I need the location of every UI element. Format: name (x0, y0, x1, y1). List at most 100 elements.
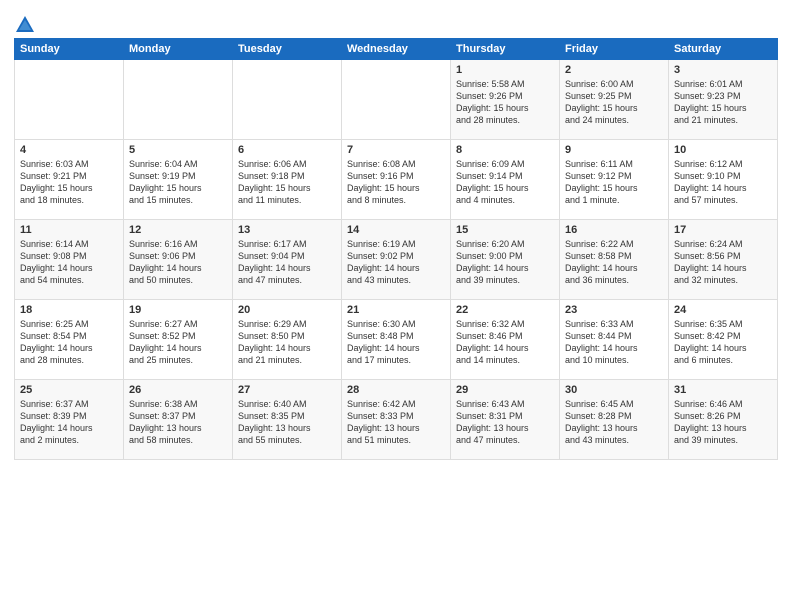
calendar-cell: 11 Sunrise: 6:14 AM Sunset: 9:08 PM Dayli… (15, 220, 124, 300)
cell-content: Sunrise: 6:35 AM Sunset: 8:42 PM Dayligh… (674, 318, 772, 367)
calendar-cell: 22 Sunrise: 6:32 AM Sunset: 8:46 PM Dayli… (451, 300, 560, 380)
day-number: 30 (565, 384, 663, 396)
calendar-cell: 26 Sunrise: 6:38 AM Sunset: 8:37 PM Dayli… (124, 380, 233, 460)
week-row-2: 4 Sunrise: 6:03 AM Sunset: 9:21 PM Daylig… (15, 140, 778, 220)
day-number: 3 (674, 64, 772, 76)
cell-content: Sunrise: 6:17 AM Sunset: 9:04 PM Dayligh… (238, 238, 336, 287)
day-number: 31 (674, 384, 772, 396)
cell-content: Sunrise: 6:11 AM Sunset: 9:12 PM Dayligh… (565, 158, 663, 207)
day-number: 27 (238, 384, 336, 396)
cell-content: Sunrise: 6:00 AM Sunset: 9:25 PM Dayligh… (565, 78, 663, 127)
cell-content: Sunrise: 6:42 AM Sunset: 8:33 PM Dayligh… (347, 398, 445, 447)
weekday-header-wednesday: Wednesday (342, 39, 451, 60)
calendar-cell: 4 Sunrise: 6:03 AM Sunset: 9:21 PM Daylig… (15, 140, 124, 220)
day-number: 25 (20, 384, 118, 396)
day-number: 14 (347, 224, 445, 236)
cell-content: Sunrise: 6:20 AM Sunset: 9:00 PM Dayligh… (456, 238, 554, 287)
cell-content: Sunrise: 6:06 AM Sunset: 9:18 PM Dayligh… (238, 158, 336, 207)
page-container: SundayMondayTuesdayWednesdayThursdayFrid… (0, 0, 792, 466)
cell-content: Sunrise: 6:25 AM Sunset: 8:54 PM Dayligh… (20, 318, 118, 367)
day-number: 19 (129, 304, 227, 316)
logo (14, 14, 38, 36)
day-number: 8 (456, 144, 554, 156)
calendar-cell: 1 Sunrise: 5:58 AM Sunset: 9:26 PM Daylig… (451, 60, 560, 140)
weekday-header-row: SundayMondayTuesdayWednesdayThursdayFrid… (15, 39, 778, 60)
day-number: 7 (347, 144, 445, 156)
day-number: 9 (565, 144, 663, 156)
calendar-cell: 10Sunrise: 6:12 AM Sunset: 9:10 PM Dayli… (669, 140, 778, 220)
cell-content: Sunrise: 6:38 AM Sunset: 8:37 PM Dayligh… (129, 398, 227, 447)
day-number: 1 (456, 64, 554, 76)
day-number: 23 (565, 304, 663, 316)
calendar-cell: 20 Sunrise: 6:29 AM Sunset: 8:50 PM Dayli… (233, 300, 342, 380)
calendar-cell: 16 Sunrise: 6:22 AM Sunset: 8:58 PM Dayli… (560, 220, 669, 300)
day-number: 16 (565, 224, 663, 236)
cell-content: Sunrise: 6:24 AM Sunset: 8:56 PM Dayligh… (674, 238, 772, 287)
calendar-cell: 13Sunrise: 6:17 AM Sunset: 9:04 PM Dayli… (233, 220, 342, 300)
weekday-header-thursday: Thursday (451, 39, 560, 60)
cell-content: Sunrise: 6:01 AM Sunset: 9:23 PM Dayligh… (674, 78, 772, 127)
day-number: 17 (674, 224, 772, 236)
cell-content: Sunrise: 5:58 AM Sunset: 9:26 PM Dayligh… (456, 78, 554, 127)
calendar-table: SundayMondayTuesdayWednesdayThursdayFrid… (14, 38, 778, 460)
calendar-cell (15, 60, 124, 140)
day-number: 20 (238, 304, 336, 316)
calendar-cell: 2 Sunrise: 6:00 AM Sunset: 9:25 PM Daylig… (560, 60, 669, 140)
cell-content: Sunrise: 6:46 AM Sunset: 8:26 PM Dayligh… (674, 398, 772, 447)
day-number: 24 (674, 304, 772, 316)
day-number: 28 (347, 384, 445, 396)
calendar-cell: 3 Sunrise: 6:01 AM Sunset: 9:23 PM Daylig… (669, 60, 778, 140)
weekday-header-sunday: Sunday (15, 39, 124, 60)
calendar-cell: 28 Sunrise: 6:42 AM Sunset: 8:33 PM Dayli… (342, 380, 451, 460)
cell-content: Sunrise: 6:29 AM Sunset: 8:50 PM Dayligh… (238, 318, 336, 367)
calendar-cell: 23 Sunrise: 6:33 AM Sunset: 8:44 PM Dayli… (560, 300, 669, 380)
day-number: 6 (238, 144, 336, 156)
calendar-cell: 30 Sunrise: 6:45 AM Sunset: 8:28 PM Dayli… (560, 380, 669, 460)
day-number: 11 (20, 224, 118, 236)
calendar-cell: 29 Sunrise: 6:43 AM Sunset: 8:31 PM Dayli… (451, 380, 560, 460)
calendar-cell: 21Sunrise: 6:30 AM Sunset: 8:48 PM Dayli… (342, 300, 451, 380)
day-number: 12 (129, 224, 227, 236)
day-number: 4 (20, 144, 118, 156)
day-number: 2 (565, 64, 663, 76)
cell-content: Sunrise: 6:22 AM Sunset: 8:58 PM Dayligh… (565, 238, 663, 287)
cell-content: Sunrise: 6:30 AM Sunset: 8:48 PM Dayligh… (347, 318, 445, 367)
calendar-cell (233, 60, 342, 140)
logo-icon (14, 14, 36, 36)
cell-content: Sunrise: 6:45 AM Sunset: 8:28 PM Dayligh… (565, 398, 663, 447)
day-number: 15 (456, 224, 554, 236)
cell-content: Sunrise: 6:37 AM Sunset: 8:39 PM Dayligh… (20, 398, 118, 447)
calendar-cell: 18Sunrise: 6:25 AM Sunset: 8:54 PM Dayli… (15, 300, 124, 380)
cell-content: Sunrise: 6:03 AM Sunset: 9:21 PM Dayligh… (20, 158, 118, 207)
week-row-4: 18Sunrise: 6:25 AM Sunset: 8:54 PM Dayli… (15, 300, 778, 380)
weekday-header-saturday: Saturday (669, 39, 778, 60)
cell-content: Sunrise: 6:33 AM Sunset: 8:44 PM Dayligh… (565, 318, 663, 367)
calendar-cell: 27 Sunrise: 6:40 AM Sunset: 8:35 PM Dayli… (233, 380, 342, 460)
cell-content: Sunrise: 6:19 AM Sunset: 9:02 PM Dayligh… (347, 238, 445, 287)
calendar-cell: 6 Sunrise: 6:06 AM Sunset: 9:18 PM Daylig… (233, 140, 342, 220)
calendar-cell: 15 Sunrise: 6:20 AM Sunset: 9:00 PM Dayli… (451, 220, 560, 300)
week-row-5: 25 Sunrise: 6:37 AM Sunset: 8:39 PM Dayli… (15, 380, 778, 460)
cell-content: Sunrise: 6:08 AM Sunset: 9:16 PM Dayligh… (347, 158, 445, 207)
weekday-header-friday: Friday (560, 39, 669, 60)
week-row-3: 11 Sunrise: 6:14 AM Sunset: 9:08 PM Dayli… (15, 220, 778, 300)
cell-content: Sunrise: 6:40 AM Sunset: 8:35 PM Dayligh… (238, 398, 336, 447)
day-number: 29 (456, 384, 554, 396)
day-number: 10 (674, 144, 772, 156)
cell-content: Sunrise: 6:14 AM Sunset: 9:08 PM Dayligh… (20, 238, 118, 287)
day-number: 5 (129, 144, 227, 156)
cell-content: Sunrise: 6:27 AM Sunset: 8:52 PM Dayligh… (129, 318, 227, 367)
header (14, 10, 778, 36)
day-number: 22 (456, 304, 554, 316)
weekday-header-tuesday: Tuesday (233, 39, 342, 60)
calendar-cell: 31 Sunrise: 6:46 AM Sunset: 8:26 PM Dayli… (669, 380, 778, 460)
calendar-cell: 25 Sunrise: 6:37 AM Sunset: 8:39 PM Dayli… (15, 380, 124, 460)
calendar-cell: 12Sunrise: 6:16 AM Sunset: 9:06 PM Dayli… (124, 220, 233, 300)
calendar-cell: 19 Sunrise: 6:27 AM Sunset: 8:52 PM Dayli… (124, 300, 233, 380)
cell-content: Sunrise: 6:43 AM Sunset: 8:31 PM Dayligh… (456, 398, 554, 447)
calendar-cell: 8Sunrise: 6:09 AM Sunset: 9:14 PM Daylig… (451, 140, 560, 220)
calendar-cell: 17 Sunrise: 6:24 AM Sunset: 8:56 PM Dayli… (669, 220, 778, 300)
day-number: 26 (129, 384, 227, 396)
cell-content: Sunrise: 6:32 AM Sunset: 8:46 PM Dayligh… (456, 318, 554, 367)
calendar-cell: 9 Sunrise: 6:11 AM Sunset: 9:12 PM Daylig… (560, 140, 669, 220)
